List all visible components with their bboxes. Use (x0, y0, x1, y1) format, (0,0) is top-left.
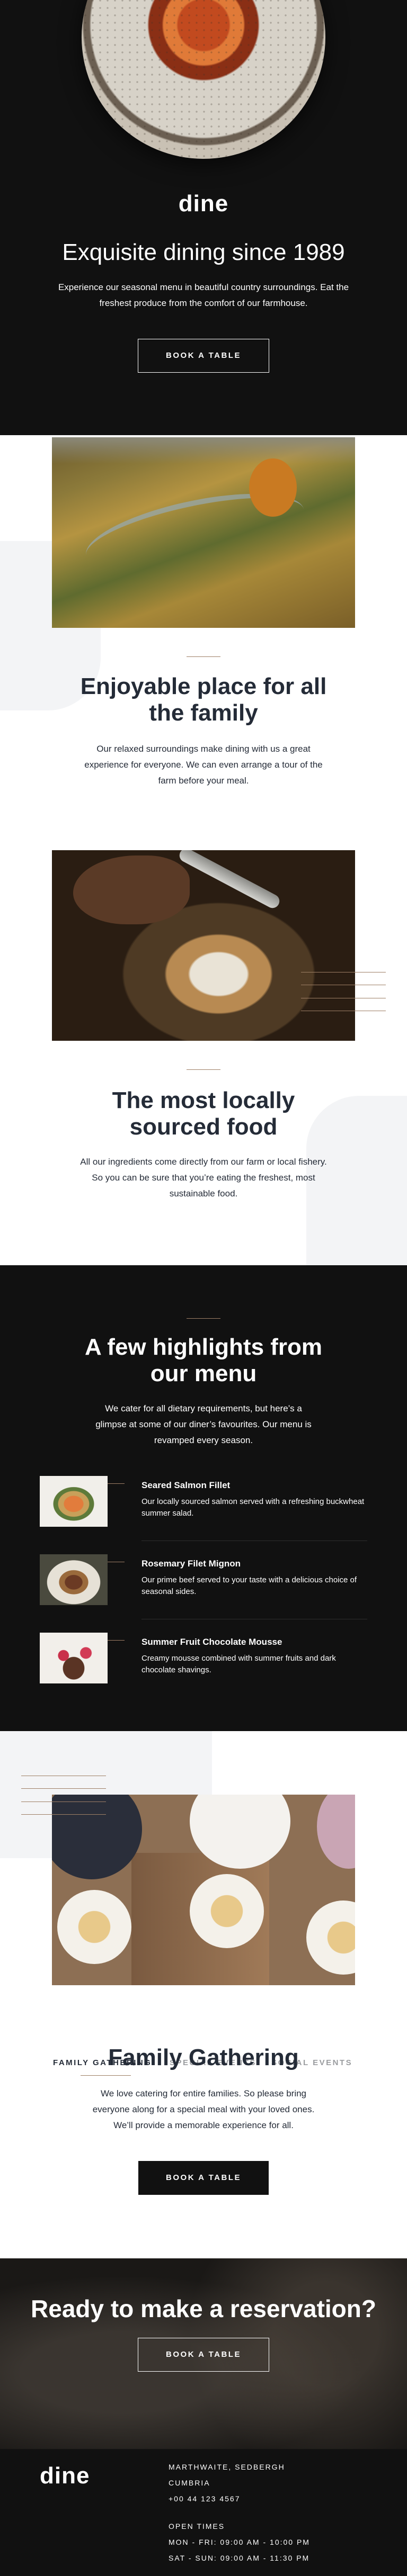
divider-line (187, 1069, 220, 1070)
family-gathering-image (52, 1795, 355, 1985)
menu-item-name: Rosemary Filet Mignon (141, 1559, 241, 1569)
salmon-image (40, 1476, 108, 1527)
address-line: MARTHWAITE, SEDBERGH (169, 2463, 285, 2471)
hero-title: Exquisite dining since 1989 (62, 239, 345, 265)
logo[interactable]: dine (0, 191, 407, 217)
highlights-title: A few highlights from our menu (84, 1334, 323, 1386)
feature-title-local: The most locally sourced food (112, 1087, 295, 1140)
local-food-image (52, 850, 355, 1041)
menu-item-name: Seared Salmon Fillet (141, 1480, 231, 1490)
menu-item: Rosemary Filet Mignon Our prime beef ser… (40, 1554, 367, 1628)
highlights-section: A few highlights from our menu We cater … (0, 1265, 407, 1731)
book-table-button[interactable]: BOOK A TABLE (138, 2338, 269, 2372)
divider-line (187, 1318, 220, 1319)
address-line: CUMBRIA (169, 2479, 210, 2487)
hours-weekday: MON - FRI: 09:00 AM - 10:00 PM (169, 2538, 310, 2546)
reservation-title: Ready to make a reservation? (31, 2295, 376, 2322)
hero-text: Experience our seasonal menu in beautifu… (58, 282, 349, 308)
open-times-title: OPEN TIMES (169, 2522, 225, 2530)
footer: dine MARTHWAITE, SEDBERGH CUMBRIA +00 44… (0, 2449, 407, 2576)
menu-item-desc: Our prime beef served to your taste with… (141, 1575, 357, 1596)
menu-item-desc: Our locally sourced salmon served with a… (141, 1497, 365, 1518)
hero-section: dine Exquisite dining since 1989 Experie… (0, 0, 407, 435)
event-title: Family Gathering (108, 2044, 299, 2070)
decor-stripes (21, 1776, 106, 1815)
menu-item: Summer Fruit Chocolate Mousse Creamy mou… (40, 1633, 367, 1707)
footer-logo[interactable]: dine (40, 2463, 90, 2489)
book-table-button[interactable]: BOOK A TABLE (138, 339, 269, 373)
highlights-text: We cater for all dietary requirements, b… (95, 1403, 312, 1445)
feature-title-family: Enjoyable place for all the family (80, 673, 327, 726)
menu-item-desc: Creamy mousse combined with summer fruit… (141, 1654, 336, 1674)
divider-line (187, 656, 220, 657)
page: dine Exquisite dining since 1989 Experie… (0, 0, 407, 2576)
feature-text-family: Our relaxed surroundings make dining wit… (84, 744, 323, 786)
farm-image (52, 437, 355, 628)
filet-mignon-image (40, 1554, 108, 1605)
menu-item-name: Summer Fruit Chocolate Mousse (141, 1637, 282, 1647)
hours-weekend: SAT - SUN: 09:00 AM - 11:30 PM (169, 2554, 310, 2562)
decor-stripes (301, 972, 386, 1011)
menu-item: Seared Salmon Fillet Our locally sourced… (40, 1476, 367, 1550)
active-tab-indicator (81, 2075, 131, 2076)
mousse-image (40, 1633, 108, 1683)
phone-number: +00 44 123 4567 (169, 2494, 241, 2503)
feature-text-local: All our ingredients come directly from o… (80, 1157, 327, 1199)
event-text: We love catering for entire families. So… (92, 2088, 315, 2130)
hero-food-image (82, 0, 325, 159)
reservation-section: Ready to make a reservation? BOOK A TABL… (0, 2258, 407, 2449)
book-table-button[interactable]: BOOK A TABLE (138, 2161, 269, 2195)
